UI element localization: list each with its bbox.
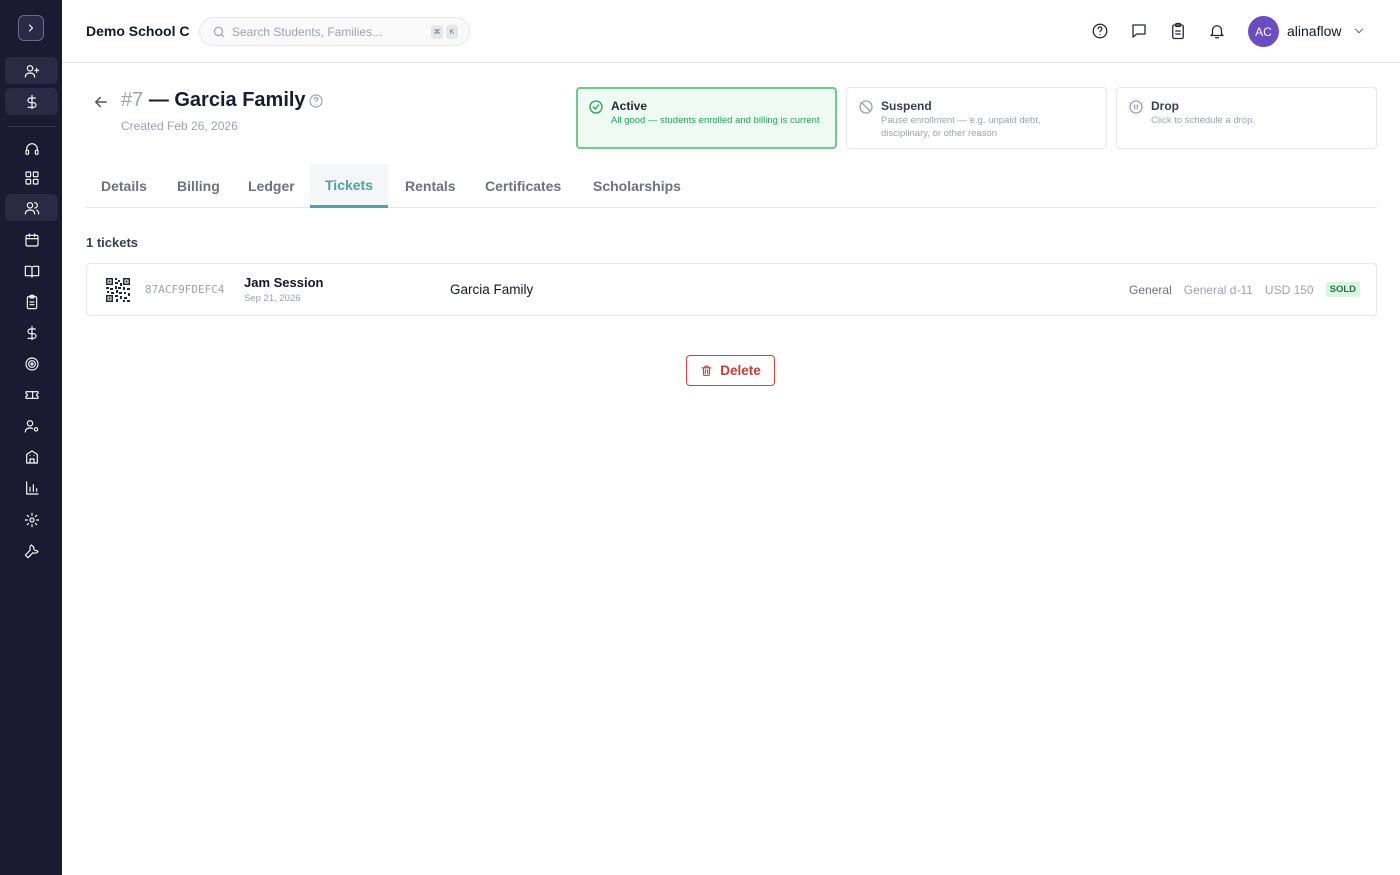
delete-label: Delete — [720, 363, 761, 378]
qr-code-icon — [105, 277, 131, 303]
tasks-button[interactable] — [1168, 21, 1188, 41]
sidebar-item-attendance[interactable] — [5, 288, 58, 315]
family-name: — Garcia Family — [148, 89, 306, 111]
delete-button[interactable]: Delete — [686, 355, 775, 386]
sidebar-item-payments[interactable] — [5, 88, 58, 115]
family-tabs: Details Billing Ledger Tickets Rentals C… — [86, 164, 1377, 208]
book-icon — [24, 265, 39, 278]
dashboard-icon — [24, 170, 39, 185]
status-badge: SOLD — [1325, 282, 1360, 297]
ticket-count: 1 tickets — [86, 235, 139, 250]
shortcut-key-cmd: ⌘ — [431, 25, 443, 39]
shortcut-key-k: K — [446, 25, 458, 39]
status-title: Drop — [1151, 99, 1179, 113]
top-header: Demo School C ⌘ K AC alinaflow — [62, 0, 1400, 63]
sidebar-item-support[interactable] — [5, 135, 58, 162]
headset-icon — [24, 142, 39, 155]
sidebar-item-staff[interactable] — [5, 412, 58, 439]
tab-rentals[interactable]: Rentals — [390, 164, 471, 208]
tab-certificates[interactable]: Certificates — [470, 164, 576, 208]
school-name[interactable]: Demo School C — [86, 23, 189, 39]
ticket-row[interactable]: 87ACF9FDEFC4 Jam Session Sep 21, 2026 Ga… — [86, 263, 1377, 316]
chevron-down-icon[interactable] — [1352, 24, 1366, 38]
dollar-icon — [26, 325, 37, 340]
user-settings-icon — [24, 419, 38, 433]
tab-details[interactable]: Details — [86, 164, 162, 208]
building-icon — [25, 449, 38, 464]
ticket-category: General — [1129, 282, 1172, 297]
search-input[interactable] — [232, 24, 422, 40]
tab-scholarships[interactable]: Scholarships — [578, 164, 696, 208]
trash-icon — [701, 365, 712, 376]
target-icon — [24, 356, 39, 371]
ticket-seat: General d-11 — [1183, 282, 1253, 297]
help-button[interactable] — [1090, 21, 1110, 41]
sidebar-divider — [8, 126, 56, 127]
help-circle-icon — [1092, 23, 1108, 39]
check-circle-icon — [589, 100, 603, 114]
sidebar-expand-button[interactable] — [18, 15, 44, 41]
ticket-details: General General d-11 USD 150 SOLD — [1129, 282, 1360, 297]
sidebar-item-tools[interactable] — [5, 537, 58, 564]
ticket-code: 87ACF9FDEFC4 — [145, 283, 225, 296]
tab-billing[interactable]: Billing — [162, 164, 235, 208]
gear-icon — [24, 512, 39, 527]
status-card-active[interactable]: Active All good — students enrolled and … — [576, 87, 837, 149]
status-card-drop[interactable]: Drop Click to schedule a drop. — [1116, 87, 1377, 149]
add-user-icon — [24, 64, 39, 78]
bar-chart-icon — [25, 480, 39, 495]
sidebar-item-reports[interactable] — [5, 474, 58, 501]
status-description: All good — students enrolled and billing… — [611, 115, 820, 126]
dollar-icon — [26, 94, 37, 109]
users-icon — [24, 201, 39, 215]
sidebar-item-locations[interactable] — [5, 443, 58, 470]
messages-button[interactable] — [1129, 21, 1149, 41]
status-description: Click to schedule a drop. — [1151, 115, 1256, 126]
sidebar-item-billing[interactable] — [5, 319, 58, 346]
wrench-icon — [24, 543, 39, 558]
back-button[interactable] — [92, 93, 110, 111]
chevron-right-icon — [28, 24, 34, 32]
sidebar-item-courses[interactable] — [5, 257, 58, 284]
clipboard-icon — [1172, 22, 1184, 40]
status-title: Active — [611, 99, 648, 113]
status-title: Suspend — [881, 99, 932, 113]
notifications-button[interactable] — [1207, 21, 1227, 41]
search-icon — [213, 26, 225, 38]
ticket-event-name: Jam Session — [244, 275, 324, 290]
sidebar-item-tickets[interactable] — [5, 381, 58, 408]
sidebar-item-dashboard[interactable] — [5, 164, 58, 191]
ban-icon — [859, 100, 873, 114]
username[interactable]: alinaflow — [1287, 23, 1341, 39]
arrow-left-icon — [95, 96, 107, 108]
pause-circle-icon — [1129, 100, 1143, 114]
sidebar — [0, 0, 62, 875]
family-number: #7 — [121, 89, 144, 111]
calendar-icon — [24, 232, 39, 247]
sidebar-item-settings[interactable] — [5, 506, 58, 533]
sidebar-item-goals[interactable] — [5, 350, 58, 377]
sidebar-item-calendar[interactable] — [5, 226, 58, 253]
tab-ledger[interactable]: Ledger — [233, 164, 310, 208]
sidebar-item-families[interactable] — [5, 194, 58, 221]
ticket-price: USD 150 — [1264, 282, 1314, 297]
help-circle-icon[interactable] — [308, 93, 324, 109]
bell-icon — [1210, 25, 1224, 39]
ticket-family-name: Garcia Family — [450, 282, 534, 297]
tab-tickets[interactable]: Tickets — [310, 164, 388, 208]
created-date: Created Feb 26, 2026 — [121, 119, 238, 133]
status-card-suspend[interactable]: Suspend Pause enrollment — e.g. unpaid d… — [846, 87, 1107, 149]
ticket-icon — [24, 390, 39, 399]
status-description: Pause enrollment — e.g. unpaid debt, dis… — [881, 115, 1041, 139]
avatar[interactable]: AC — [1248, 16, 1279, 47]
page-title: #7 — Garcia Family — [121, 89, 306, 112]
clipboard-icon — [26, 294, 37, 309]
sidebar-item-add-user[interactable] — [5, 57, 58, 84]
global-search[interactable]: ⌘ K — [199, 17, 470, 46]
message-icon — [1132, 24, 1146, 38]
ticket-event-date: Sep 21, 2026 — [244, 293, 301, 304]
